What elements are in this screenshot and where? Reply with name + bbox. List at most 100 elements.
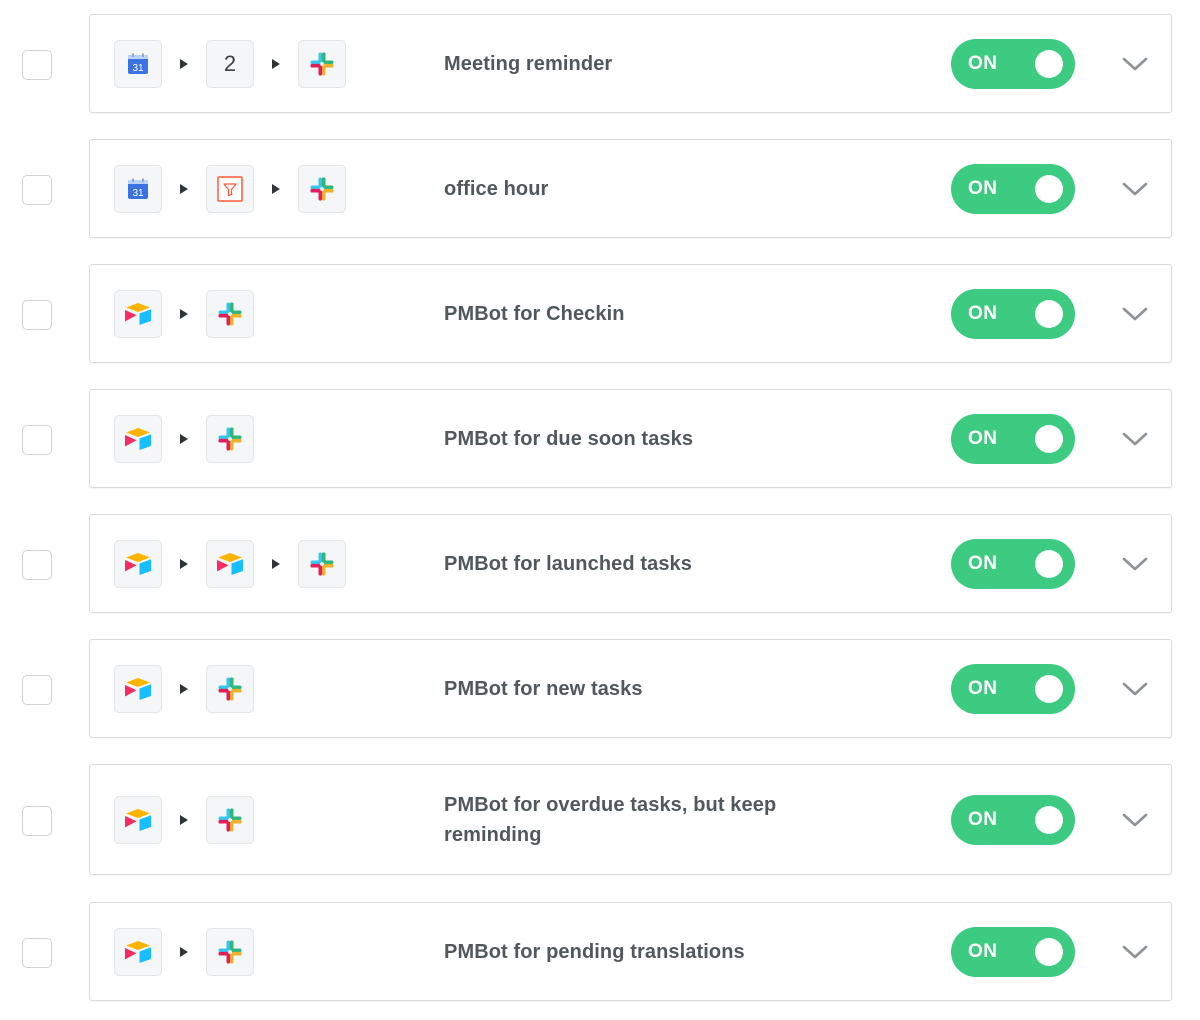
toggle-label: ON	[968, 808, 998, 830]
zap-steps	[114, 289, 254, 338]
select-checkbox[interactable]	[22, 937, 52, 968]
zap-steps	[114, 539, 346, 588]
toggle-knob	[1035, 49, 1063, 78]
airtable-icon	[114, 795, 162, 844]
zap-row: PMBot for Checkin ON	[0, 264, 1200, 363]
step-count-label: 2	[223, 50, 237, 76]
select-checkbox[interactable]	[22, 674, 52, 705]
zap-steps: 31 2	[114, 39, 346, 88]
zap-toggle[interactable]: ON	[951, 38, 1075, 89]
airtable-icon	[114, 927, 162, 976]
toggle-label: ON	[968, 552, 998, 574]
select-checkbox[interactable]	[22, 424, 52, 455]
toggle-knob	[1035, 174, 1063, 203]
zap-card[interactable]: PMBot for Checkin ON	[89, 264, 1172, 363]
triangle-right-icon	[162, 58, 206, 70]
toggle-label: ON	[968, 940, 998, 962]
svg-text:31: 31	[132, 188, 144, 199]
zap-toggle[interactable]: ON	[951, 288, 1075, 339]
triangle-right-icon	[162, 814, 206, 826]
zap-row: PMBot for overdue tasks, but keep remind…	[0, 764, 1200, 875]
triangle-right-icon	[254, 558, 298, 570]
zap-card[interactable]: PMBot for due soon tasks ON	[89, 389, 1172, 488]
select-checkbox[interactable]	[22, 549, 52, 580]
zap-row: PMBot for due soon tasks ON	[0, 389, 1200, 488]
triangle-right-icon	[162, 558, 206, 570]
airtable-icon	[114, 664, 162, 713]
triangle-right-icon	[254, 183, 298, 195]
zap-title[interactable]: PMBot for new tasks	[444, 674, 864, 704]
toggle-knob	[1035, 805, 1063, 834]
slack-icon	[206, 664, 254, 713]
zap-toggle[interactable]: ON	[951, 163, 1075, 214]
zap-steps	[114, 414, 254, 463]
toggle-label: ON	[968, 427, 998, 449]
triangle-right-icon	[162, 946, 206, 958]
zap-row: 31 office hour ON	[0, 139, 1200, 238]
triangle-right-icon	[254, 58, 298, 70]
select-checkbox[interactable]	[22, 299, 52, 330]
zap-list: 31 2 Meeting reminder ON 31 office hour …	[0, 0, 1200, 1020]
select-checkbox[interactable]	[22, 49, 52, 80]
zap-title[interactable]: PMBot for pending translations	[444, 937, 864, 967]
toggle-knob	[1035, 424, 1063, 453]
chevron-down-icon[interactable]	[1118, 672, 1152, 706]
zap-title[interactable]: Meeting reminder	[444, 49, 864, 79]
zap-card[interactable]: PMBot for launched tasks ON	[89, 514, 1172, 613]
zap-title[interactable]: PMBot for due soon tasks	[444, 424, 864, 454]
zap-steps	[114, 927, 254, 976]
slack-icon	[206, 289, 254, 338]
filter-icon	[206, 164, 254, 213]
svg-text:31: 31	[132, 63, 144, 74]
google-calendar-icon: 31	[114, 39, 162, 88]
chevron-down-icon[interactable]	[1118, 422, 1152, 456]
zap-toggle[interactable]: ON	[951, 926, 1075, 977]
chevron-down-icon[interactable]	[1118, 547, 1152, 581]
triangle-right-icon	[162, 308, 206, 320]
zap-card[interactable]: PMBot for overdue tasks, but keep remind…	[89, 764, 1172, 875]
toggle-knob	[1035, 549, 1063, 578]
toggle-label: ON	[968, 52, 998, 74]
zap-card[interactable]: 31 office hour ON	[89, 139, 1172, 238]
slack-icon	[206, 927, 254, 976]
slack-icon	[298, 39, 346, 88]
zap-card[interactable]: PMBot for new tasks ON	[89, 639, 1172, 738]
select-checkbox[interactable]	[22, 174, 52, 205]
chevron-down-icon[interactable]	[1118, 803, 1152, 837]
zap-card[interactable]: PMBot for pending translations ON	[89, 902, 1172, 1001]
toggle-knob	[1035, 299, 1063, 328]
zap-steps	[114, 795, 254, 844]
select-checkbox[interactable]	[22, 805, 52, 836]
chevron-down-icon[interactable]	[1118, 935, 1152, 969]
slack-icon	[206, 795, 254, 844]
zap-row: PMBot for pending translations ON	[0, 902, 1200, 1001]
step-count-badge: 2	[206, 39, 254, 88]
toggle-label: ON	[968, 302, 998, 324]
zap-toggle[interactable]: ON	[951, 663, 1075, 714]
zap-toggle[interactable]: ON	[951, 538, 1075, 589]
chevron-down-icon[interactable]	[1118, 297, 1152, 331]
zap-card[interactable]: 31 2 Meeting reminder ON	[89, 14, 1172, 113]
zap-row: PMBot for launched tasks ON	[0, 514, 1200, 613]
zap-row: 31 2 Meeting reminder ON	[0, 14, 1200, 113]
toggle-label: ON	[968, 677, 998, 699]
zap-title[interactable]: PMBot for launched tasks	[444, 549, 864, 579]
zap-toggle[interactable]: ON	[951, 413, 1075, 464]
slack-icon	[298, 539, 346, 588]
zap-toggle[interactable]: ON	[951, 794, 1075, 845]
toggle-knob	[1035, 937, 1063, 966]
triangle-right-icon	[162, 183, 206, 195]
zap-steps: 31	[114, 164, 346, 213]
chevron-down-icon[interactable]	[1118, 172, 1152, 206]
zap-title[interactable]: office hour	[444, 174, 864, 204]
zap-title[interactable]: PMBot for overdue tasks, but keep remind…	[444, 790, 864, 850]
google-calendar-icon: 31	[114, 164, 162, 213]
slack-icon	[298, 164, 346, 213]
airtable-icon	[114, 539, 162, 588]
triangle-right-icon	[162, 683, 206, 695]
airtable-icon	[114, 414, 162, 463]
zap-row: PMBot for new tasks ON	[0, 639, 1200, 738]
chevron-down-icon[interactable]	[1118, 47, 1152, 81]
zap-title[interactable]: PMBot for Checkin	[444, 299, 864, 329]
triangle-right-icon	[162, 433, 206, 445]
